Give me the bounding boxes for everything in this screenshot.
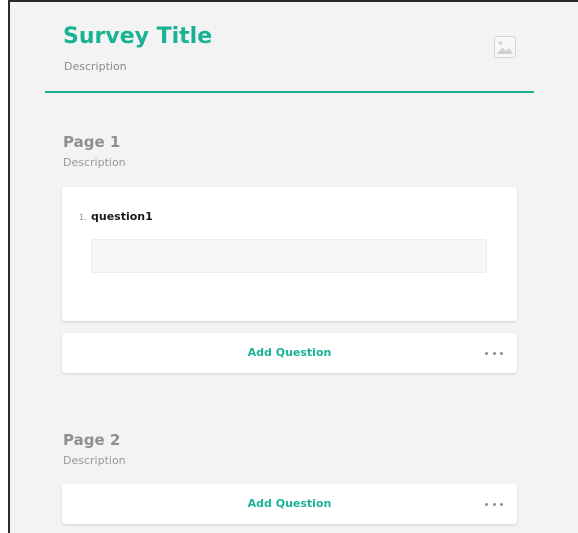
page-1-title[interactable]: Page 1 [63,132,120,152]
question-title[interactable]: question1 [91,210,153,224]
add-question-button[interactable]: Add Question [62,333,517,373]
question-answer-input[interactable] [91,239,487,273]
question-card[interactable]: 1. question1 [62,187,517,321]
survey-designer-canvas: Survey Title Description Page 1 Descript… [8,0,578,533]
page-2-description[interactable]: Description [63,454,126,468]
survey-description[interactable]: Description [64,59,127,75]
header-divider [45,91,534,93]
add-question-button[interactable]: Add Question [62,484,517,524]
question-number: 1. [79,213,87,222]
page-2-add-question-bar: Add Question [62,484,517,524]
survey-title[interactable]: Survey Title [63,22,212,52]
image-placeholder-icon[interactable] [494,36,516,58]
more-horizontal-icon[interactable] [485,345,503,361]
page-1-add-question-bar: Add Question [62,333,517,373]
page-2-title[interactable]: Page 2 [63,430,120,450]
more-horizontal-icon[interactable] [485,496,503,512]
page-1-description[interactable]: Description [63,156,126,170]
survey-header: Survey Title Description [10,2,578,94]
